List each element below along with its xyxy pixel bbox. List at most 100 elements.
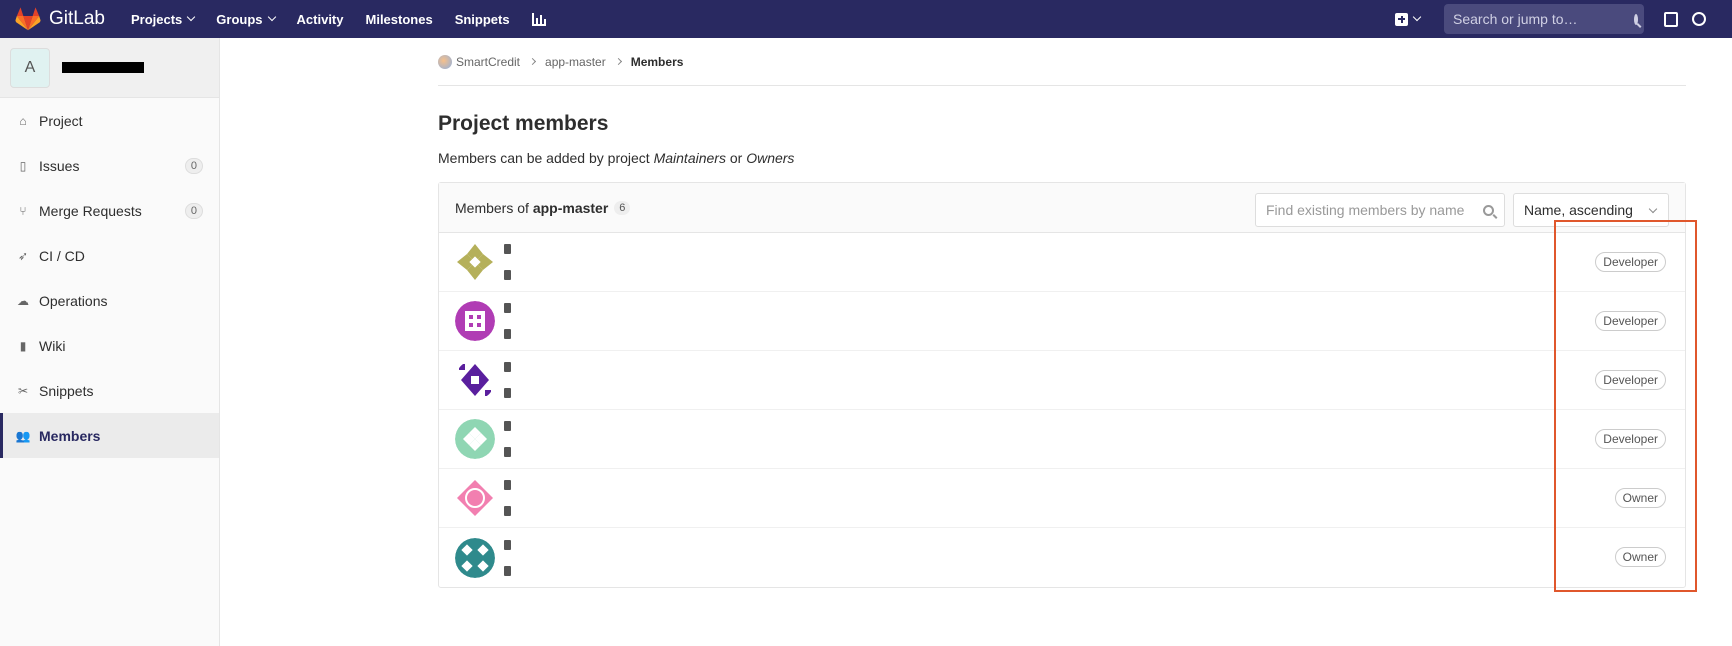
nav-projects-dropdown[interactable]: Projects: [130, 11, 196, 27]
sort-label: Name, ascending: [1524, 202, 1633, 218]
sidebar-item-members[interactable]: 👥 Members: [0, 413, 219, 458]
member-avatar[interactable]: [455, 301, 495, 341]
breadcrumb-group-link[interactable]: SmartCredit: [456, 55, 520, 69]
sidebar-item-wiki[interactable]: ▮ Wiki: [0, 323, 219, 368]
nav-icons: [1664, 11, 1720, 27]
members-of-label: Members of: [455, 199, 533, 216]
member-name-redacted: [504, 303, 511, 339]
subtitle-or: or: [725, 150, 747, 166]
gitlab-tanuki-icon: [15, 7, 41, 31]
sidebar-item-label: Issues: [39, 157, 80, 174]
member-avatar[interactable]: [455, 537, 495, 578]
global-search[interactable]: [1444, 4, 1644, 34]
member-row: Developer: [439, 410, 1685, 469]
chevron-down-icon: [1412, 12, 1422, 22]
sidebar-item-project[interactable]: ⌂ Project: [0, 98, 219, 143]
project-name-redacted: [62, 62, 144, 73]
chevron-down-icon: [1648, 204, 1658, 214]
member-row: Developer: [439, 351, 1685, 410]
chevron-down-icon: [267, 12, 276, 22]
merge-requests-count-badge: 0: [184, 202, 203, 219]
main-content: SmartCredit app-master Members Project m…: [438, 38, 1686, 588]
new-dropdown-button[interactable]: [1395, 12, 1422, 26]
sidebar-item-label: Operations: [39, 292, 108, 309]
sidebar-item-issues[interactable]: ▯ Issues 0: [0, 143, 219, 188]
global-search-input[interactable]: [1453, 11, 1634, 27]
nav-groups-label: Groups: [216, 11, 263, 27]
role-badge: Developer: [1595, 252, 1666, 272]
member-row: Developer: [439, 233, 1685, 292]
member-search-input[interactable]: [1266, 202, 1483, 218]
member-avatar[interactable]: [455, 360, 495, 400]
chevron-down-icon: [187, 12, 196, 22]
sidebar-item-operations[interactable]: ☁ Operations: [0, 278, 219, 323]
book-icon: ▮: [19, 338, 27, 353]
member-name-redacted: [504, 362, 511, 398]
gitlab-logo-link[interactable]: GitLab: [15, 7, 105, 31]
issues-icon[interactable]: [1664, 11, 1678, 27]
sidebar-item-snippets[interactable]: ✂ Snippets: [0, 368, 219, 413]
nav-projects-label: Projects: [130, 11, 183, 27]
chevron-right-icon: [614, 57, 622, 66]
subtitle-prefix: Members can be added by project: [438, 150, 654, 166]
merge-request-icon: ⑂: [19, 203, 27, 218]
sidebar-item-label: Project: [39, 112, 83, 129]
page-title: Project members: [438, 112, 609, 135]
nav-snippets-link[interactable]: Snippets: [455, 12, 510, 27]
role-badge: Owner: [1614, 547, 1666, 567]
sort-dropdown[interactable]: Name, ascending: [1513, 193, 1669, 227]
members-panel-title: Members of app-master: [455, 200, 608, 216]
breadcrumb-project-link[interactable]: app-master: [545, 55, 606, 69]
role-badge: Developer: [1595, 311, 1666, 331]
member-row: Developer: [439, 292, 1685, 351]
breadcrumb-current[interactable]: Members: [631, 55, 684, 69]
subtitle-maintainers: Maintainers: [653, 150, 726, 166]
nav-analytics-link[interactable]: [531, 12, 546, 26]
nav-groups-dropdown[interactable]: Groups: [216, 11, 276, 27]
sidebar-item-label: CI / CD: [39, 247, 85, 264]
nav-milestones-link[interactable]: Milestones: [366, 12, 433, 27]
subtitle-owners: Owners: [746, 150, 795, 166]
chevron-right-icon: [528, 57, 537, 66]
sidebar-project-header[interactable]: A: [0, 38, 219, 98]
member-avatar[interactable]: [455, 419, 495, 459]
sidebar-item-label: Wiki: [39, 337, 66, 354]
brand-name: GitLab: [49, 8, 105, 29]
nav-links: Projects Groups Activity Milestones Snip…: [131, 0, 568, 38]
issues-icon: ▯: [19, 158, 27, 173]
project-avatar: A: [10, 47, 50, 88]
members-panel: Members of app-master 6 Name, ascending …: [438, 182, 1686, 588]
home-icon: ⌂: [19, 113, 27, 128]
role-badge: Developer: [1595, 370, 1666, 390]
users-icon: 👥: [15, 428, 31, 443]
cloud-gear-icon: ☁: [17, 293, 29, 308]
sidebar-item-ci-cd[interactable]: ➶ CI / CD: [0, 233, 219, 278]
member-name-redacted: [504, 480, 511, 516]
nav-right: [1395, 0, 1732, 38]
sidebar-item-merge-requests[interactable]: ⑂ Merge Requests 0: [0, 188, 219, 233]
role-badge: Owner: [1614, 488, 1666, 508]
member-row: Owner: [439, 528, 1685, 587]
member-avatar[interactable]: [455, 478, 495, 518]
members-project-name: app-master: [532, 199, 609, 216]
member-avatar[interactable]: [455, 242, 495, 282]
plus-square-icon: [1395, 12, 1408, 26]
members-count-badge: 6: [614, 200, 631, 215]
role-badge: Developer: [1595, 429, 1666, 449]
merge-request-icon[interactable]: [1692, 12, 1706, 26]
members-panel-header: Members of app-master 6 Name, ascending: [439, 183, 1685, 233]
project-sidebar: A ⌂ Project ▯ Issues 0 ⑂ Merge Requests …: [0, 38, 220, 646]
member-name-redacted: [504, 421, 511, 457]
rocket-icon: ➶: [17, 248, 29, 263]
sidebar-item-label: Merge Requests: [39, 202, 142, 219]
page-subtitle: Members can be added by project Maintain…: [438, 150, 1686, 166]
member-filter[interactable]: [1255, 193, 1505, 227]
member-name-redacted: [504, 244, 511, 280]
scissors-icon: ✂: [17, 383, 29, 398]
member-row: Owner: [439, 469, 1685, 528]
nav-activity-link[interactable]: Activity: [297, 12, 344, 27]
sidebar-item-label: Members: [39, 427, 101, 444]
issues-count-badge: 0: [184, 157, 203, 174]
member-name-redacted: [504, 539, 511, 576]
search-icon: [1483, 204, 1494, 216]
